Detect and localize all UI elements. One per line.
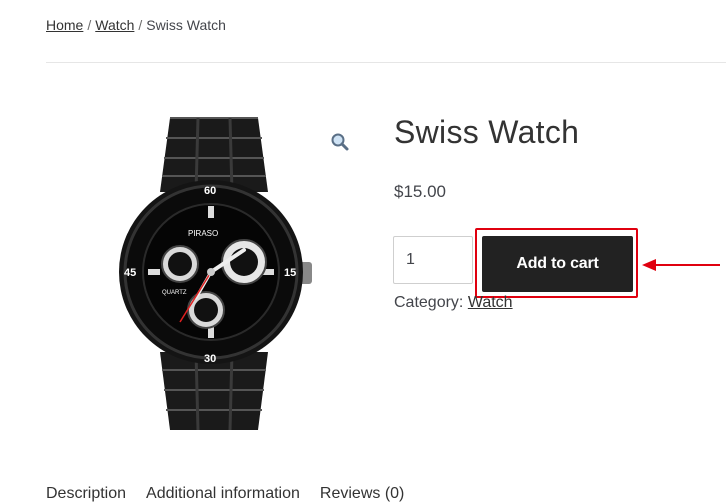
breadcrumb-separator: / <box>87 17 92 33</box>
breadcrumb: Home / Watch / Swiss Watch <box>46 17 226 33</box>
bezel-numeral-30: 30 <box>204 353 216 365</box>
breadcrumb-home-link[interactable]: Home <box>46 17 83 33</box>
product-category: Category: Watch <box>394 294 513 312</box>
bezel-numeral-15: 15 <box>284 267 296 279</box>
watch-brand: PIRASO <box>188 229 218 238</box>
breadcrumb-separator: / <box>138 17 143 33</box>
tab-additional-information[interactable]: Additional information <box>146 485 300 502</box>
product-tabs: Description Additional information Reviews… <box>46 485 424 503</box>
arrow-left-icon <box>642 259 720 271</box>
bezel-numeral-45: 45 <box>124 267 136 279</box>
watch-illustration: 60 15 30 45 PIRASO QUARTZ <box>119 117 312 431</box>
bezel-numeral-60: 60 <box>204 185 216 197</box>
product-price: $15.00 <box>394 182 446 201</box>
tab-description[interactable]: Description <box>46 485 126 502</box>
product-title: Swiss Watch <box>394 114 580 150</box>
product-image[interactable]: 60 15 30 45 PIRASO QUARTZ <box>108 112 318 437</box>
magnifier-icon[interactable] <box>330 132 350 152</box>
breadcrumb-current: Swiss Watch <box>146 17 226 33</box>
quantity-input[interactable] <box>393 236 473 284</box>
header-divider <box>46 62 726 63</box>
breadcrumb-watch-link[interactable]: Watch <box>95 17 134 33</box>
category-label: Category: <box>394 294 464 311</box>
add-to-cart-button[interactable]: Add to cart <box>482 236 633 292</box>
category-link[interactable]: Watch <box>468 294 513 311</box>
watch-dial-label: QUARTZ <box>162 290 187 296</box>
tab-reviews[interactable]: Reviews (0) <box>320 485 404 502</box>
